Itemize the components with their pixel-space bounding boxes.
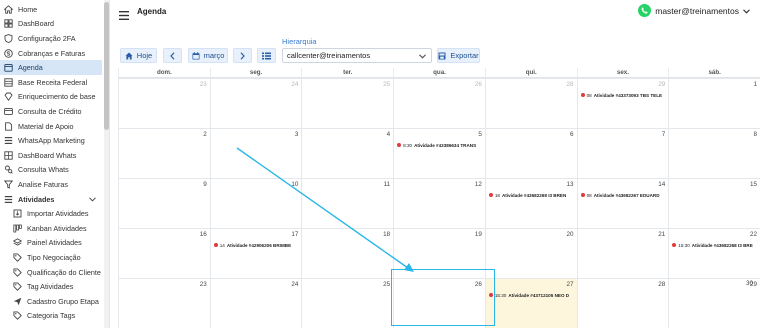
annotation-arrow (236, 147, 414, 272)
today-highlight-box (391, 269, 495, 326)
